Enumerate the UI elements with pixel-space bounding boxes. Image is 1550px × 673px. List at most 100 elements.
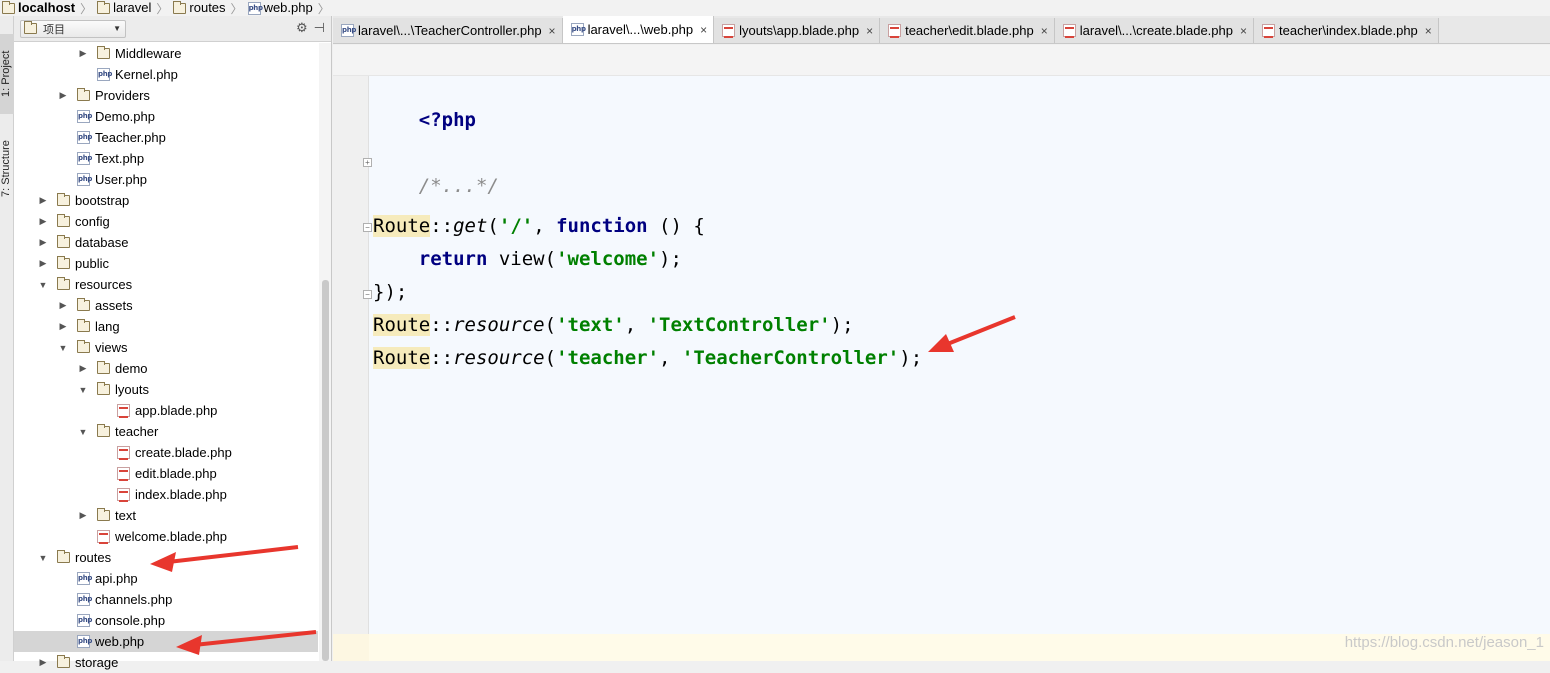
tree-item[interactable]: ▶ text [14, 505, 318, 526]
fold-end-icon[interactable]: − [363, 290, 372, 299]
tree-item[interactable]: ▶phpKernel.php [14, 64, 318, 85]
collapsed-arrow-icon[interactable]: ▶ [78, 510, 88, 521]
tree-item[interactable]: ▶welcome.blade.php [14, 526, 318, 547]
close-tab-icon[interactable]: × [1041, 24, 1048, 38]
editor-tab[interactable]: teacher\index.blade.php × [1254, 18, 1439, 43]
fold-collapse-icon[interactable]: − [363, 223, 372, 232]
close-tab-icon[interactable]: × [700, 23, 707, 37]
tree-item[interactable]: ▶ storage [14, 652, 318, 673]
breadcrumb-item[interactable]: laravel [97, 0, 151, 16]
tree-item[interactable]: ▶ lang [14, 316, 318, 337]
tree-item[interactable]: ▼ views [14, 337, 318, 358]
collapsed-arrow-icon[interactable]: ▶ [38, 258, 48, 269]
code-line-5: Route::get('/', function () { [373, 215, 705, 237]
tab-label: lyouts\app.blade.php [739, 23, 860, 38]
project-tool-tab[interactable]: 1: Project [0, 34, 14, 114]
resource-name-string: 'text' [556, 314, 625, 336]
expanded-arrow-icon[interactable]: ▼ [38, 553, 48, 563]
editor-tab[interactable]: php laravel\...\TeacherController.php × [333, 18, 563, 43]
expanded-arrow-icon[interactable]: ▼ [38, 280, 48, 290]
tree-item[interactable]: ▶ Providers [14, 85, 318, 106]
hide-panel-icon[interactable]: ⊣ [314, 20, 325, 36]
tree-item-label: welcome.blade.php [115, 529, 228, 544]
view-call: view [498, 248, 545, 270]
folder-icon [57, 655, 70, 668]
folder-icon [24, 21, 37, 34]
tree-item[interactable]: ▶phpchannels.php [14, 589, 318, 610]
collapsed-arrow-icon[interactable]: ▶ [38, 657, 48, 668]
expanded-arrow-icon[interactable]: ▼ [78, 427, 88, 437]
editor-tab[interactable]: teacher\edit.blade.php × [880, 18, 1055, 43]
tree-item-label: Teacher.php [95, 130, 166, 145]
tree-item[interactable]: ▶ demo [14, 358, 318, 379]
collapsed-arrow-icon[interactable]: ▶ [78, 48, 88, 59]
folder-icon [97, 508, 110, 521]
tool-window-strip: 1: Project 7: Structure [0, 16, 14, 661]
collapsed-arrow-icon[interactable]: ▶ [78, 363, 88, 374]
tree-item[interactable]: ▶phpText.php [14, 148, 318, 169]
tree-item[interactable]: ▶ Middleware [14, 43, 318, 64]
folder-icon [57, 550, 70, 563]
close-tab-icon[interactable]: × [866, 24, 873, 38]
scrollbar-thumb[interactable] [322, 280, 329, 661]
tree-item-label: teacher [115, 424, 159, 439]
tree-item[interactable]: ▶phpUser.php [14, 169, 318, 190]
tree-item[interactable]: ▶phpweb.php [14, 631, 318, 652]
folded-comment[interactable]: /*...*/ [419, 175, 499, 197]
editor-tab[interactable]: lyouts\app.blade.php × [714, 18, 881, 43]
tree-item[interactable]: ▼ teacher [14, 421, 318, 442]
tree-item-label: create.blade.php [135, 445, 232, 460]
collapsed-arrow-icon[interactable]: ▶ [58, 90, 68, 101]
tree-item[interactable]: ▶ database [14, 232, 318, 253]
collapsed-arrow-icon[interactable]: ▶ [38, 216, 48, 227]
folder-icon [173, 0, 187, 14]
tree-item[interactable]: ▼ resources [14, 274, 318, 295]
expanded-arrow-icon[interactable]: ▼ [78, 385, 88, 395]
tree-item-label: bootstrap [75, 193, 130, 208]
tree-item-label: edit.blade.php [135, 466, 217, 481]
close-tab-icon[interactable]: × [1240, 24, 1247, 38]
settings-gear-icon[interactable]: ⚙ [296, 20, 308, 36]
collapsed-arrow-icon[interactable]: ▶ [58, 300, 68, 311]
tree-item[interactable]: ▶phpconsole.php [14, 610, 318, 631]
tree-item[interactable]: ▶ config [14, 211, 318, 232]
breadcrumb-item[interactable]: php web.php [247, 0, 313, 16]
php-file-icon: php [77, 593, 92, 606]
folded-comment-text: /*...*/ [418, 175, 499, 197]
collapsed-arrow-icon[interactable]: ▶ [38, 237, 48, 248]
fold-expand-icon[interactable]: + [363, 158, 372, 167]
tree-item[interactable]: ▶create.blade.php [14, 442, 318, 463]
tree-item[interactable]: ▶index.blade.php [14, 484, 318, 505]
tree-item-label: storage [75, 655, 119, 670]
tree-item[interactable]: ▼ lyouts [14, 379, 318, 400]
collapsed-arrow-icon[interactable]: ▶ [58, 321, 68, 332]
blade-file-icon [1062, 24, 1076, 38]
breadcrumb-item[interactable]: routes [173, 0, 226, 16]
tree-item[interactable]: ▶ public [14, 253, 318, 274]
collapsed-arrow-icon[interactable]: ▶ [38, 195, 48, 206]
tab-label: teacher\edit.blade.php [905, 23, 1034, 38]
tree-item-label: lyouts [115, 382, 149, 397]
tree-item[interactable]: ▶ assets [14, 295, 318, 316]
breadcrumb-item[interactable]: localhost [2, 0, 75, 16]
close-tab-icon[interactable]: × [549, 24, 556, 38]
tree-item[interactable]: ▶phpTeacher.php [14, 127, 318, 148]
tab-label: teacher\index.blade.php [1279, 23, 1418, 38]
editor-tab[interactable]: php laravel\...\web.php × [562, 16, 715, 43]
folder-icon [57, 235, 70, 248]
expanded-arrow-icon[interactable]: ▼ [58, 343, 68, 353]
tree-item[interactable]: ▶ bootstrap [14, 190, 318, 211]
tree-item[interactable]: ▶app.blade.php [14, 400, 318, 421]
tree-item[interactable]: ▶edit.blade.php [14, 463, 318, 484]
tree-item[interactable]: ▼ routes [14, 547, 318, 568]
tree-item[interactable]: ▶phpapi.php [14, 568, 318, 589]
controller-string: 'TextController' [647, 314, 831, 336]
tree-scrollbar[interactable] [319, 43, 331, 661]
tree-item[interactable]: ▶phpDemo.php [14, 106, 318, 127]
close-tab-icon[interactable]: × [1425, 24, 1432, 38]
editor-tab[interactable]: laravel\...\create.blade.php × [1054, 18, 1254, 43]
structure-tool-tab[interactable]: 7: Structure [0, 128, 14, 210]
project-view-dropdown[interactable]: 项目 ▼ [20, 19, 126, 38]
code-editor[interactable]: <?php + /*...*/ − Route::get('/', functi… [333, 45, 1550, 661]
folder-icon [77, 319, 90, 332]
